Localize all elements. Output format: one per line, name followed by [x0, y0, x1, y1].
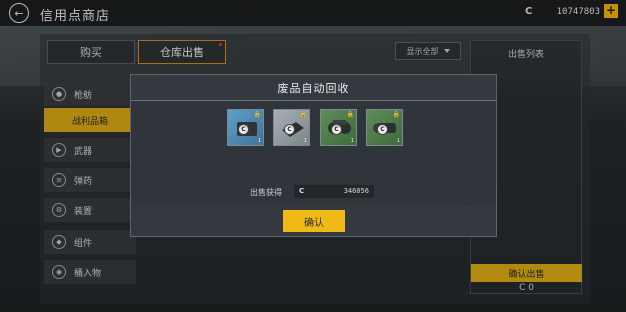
item-slot[interactable]: 🔒 C 1 — [366, 109, 403, 146]
item-slot[interactable]: 🔒 C 1 — [320, 109, 357, 146]
item-quantity: 1 — [303, 138, 307, 144]
currency-icon: C — [299, 187, 305, 195]
item-slot[interactable]: 🔒 C 1 — [227, 109, 264, 146]
credit-badge-icon: C — [284, 124, 295, 135]
earn-label: 出售获得 — [250, 188, 282, 197]
earn-value: 346056 — [343, 187, 369, 195]
lock-icon: 🔒 — [299, 111, 307, 118]
credit-badge-icon: C — [331, 124, 342, 135]
credit-badge-icon: C — [377, 124, 388, 135]
modal-title: 废品自动回收 — [131, 75, 496, 101]
item-quantity: 1 — [396, 138, 400, 144]
lock-icon: 🔒 — [253, 111, 261, 118]
confirm-button[interactable]: 确认 — [283, 210, 345, 232]
earn-amount: C 346056 — [294, 185, 374, 198]
item-slot[interactable]: 🔒 C 1 — [273, 109, 310, 146]
credit-badge-icon: C — [238, 124, 249, 135]
item-quantity: 1 — [350, 138, 354, 144]
lock-icon: 🔒 — [346, 111, 354, 118]
lock-icon: 🔒 — [392, 111, 400, 118]
item-quantity: 1 — [257, 138, 261, 144]
